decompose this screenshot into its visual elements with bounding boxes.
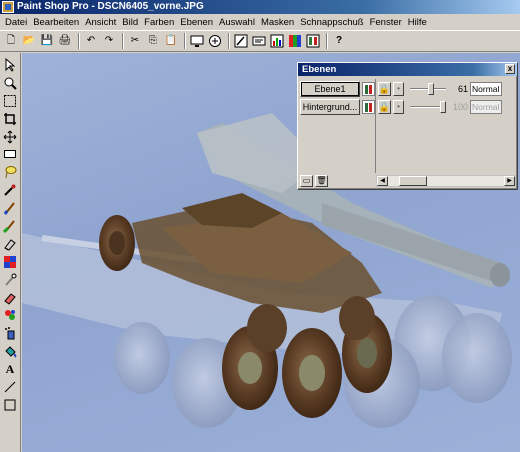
monitor-icon[interactable] [189,33,205,49]
layers-palette-title: Ebenen [302,64,337,75]
print-icon[interactable]: 🖨 [57,33,73,49]
title-bar[interactable]: Paint Shop Pro - DSCN6405_vorne.JPG [0,0,520,14]
delete-layer-icon[interactable]: 🗑 [315,175,328,187]
color-replacer-icon[interactable] [2,236,18,252]
retouch-tool-icon[interactable] [2,254,18,270]
scratch-remover-icon[interactable] [2,272,18,288]
copy-icon[interactable]: ⎘ [145,33,161,49]
blend-mode-select[interactable]: Normal [470,82,502,96]
crop-tool-icon[interactable] [2,111,18,127]
open-file-icon[interactable]: 📂 [21,33,37,49]
layers-palette-title-bar[interactable]: Ebenen x [298,63,517,76]
paint-shop-pro-icon [2,1,14,13]
menu-auswahl[interactable]: Auswahl [216,17,258,28]
dropper-tool-icon[interactable] [2,182,18,198]
scroll-right-icon[interactable]: ▶ [504,176,515,186]
undo-icon[interactable]: ↶ [83,33,99,49]
lock-icon[interactable]: 🔒 [378,100,391,114]
layer-props-hintergrund: 🔒 • 100 Normal [378,99,502,115]
redo-icon[interactable]: ↷ [101,33,117,49]
toolbar-separator [228,33,230,49]
flood-fill-icon[interactable] [2,343,18,359]
selection-tool-icon[interactable] [2,93,18,109]
layers-palette: Ebenen x Ebene1 Hintergrund... 🔒 • 61 No… [297,62,518,190]
lasso-tool-icon[interactable] [2,164,18,180]
menu-hilfe[interactable]: Hilfe [405,17,430,28]
toolbar-separator [78,33,80,49]
tool-palette: A [0,53,21,452]
opacity-value: 100 [452,102,468,112]
close-icon[interactable]: x [505,64,515,74]
picture-tube-icon[interactable] [2,307,18,323]
menu-ansicht[interactable]: Ansicht [82,17,119,28]
layer-visibility-icon[interactable] [362,100,375,114]
layer-row-ebene1: Ebene1 [300,81,375,97]
layer-palette-icon[interactable] [305,33,321,49]
menu-masken[interactable]: Masken [258,17,297,28]
mask-icon[interactable]: • [393,82,404,96]
menu-farben[interactable]: Farben [141,17,177,28]
toolbar: 🗋 📂 💾 🖨 ↶ ↷ ✂ ⎘ 📋 ? [0,30,520,52]
paintbrush-tool-icon[interactable] [2,200,18,216]
menu-bearbeiten[interactable]: Bearbeiten [30,17,82,28]
eraser-tool-icon[interactable] [2,290,18,306]
shape-tool-icon[interactable] [2,397,18,413]
menu-datei[interactable]: Datei [2,17,30,28]
scroll-thumb[interactable] [399,176,427,186]
opacity-value: 61 [457,84,468,94]
tool-palette-toggle-icon[interactable] [233,33,249,49]
text-tool-icon[interactable]: A [2,361,18,377]
opacity-slider[interactable] [410,100,446,114]
layers-name-column: Ebene1 Hintergrund... [300,79,376,173]
arrow-tool-icon[interactable] [2,57,18,73]
new-layer-icon[interactable]: ▭ [300,175,313,187]
toolbar-separator [184,33,186,49]
lock-icon[interactable]: 🔒 [378,82,391,96]
context-help-icon[interactable]: ? [331,33,347,49]
blend-mode-select[interactable]: Normal [470,100,502,114]
color-palette-icon[interactable] [287,33,303,49]
scroll-left-icon[interactable]: ◀ [377,176,388,186]
tool-options-icon[interactable] [251,33,267,49]
mask-icon[interactable]: • [393,100,404,114]
airbrush-tool-icon[interactable] [2,325,18,341]
line-tool-icon[interactable] [2,379,18,395]
layer-props-ebene1: 🔒 • 61 Normal [378,81,502,97]
new-file-icon[interactable]: 🗋 [3,33,19,49]
toolbar-separator [326,33,328,49]
zoom-tool-icon[interactable] [2,75,18,91]
cut-icon[interactable]: ✂ [127,33,143,49]
histogram-icon[interactable] [269,33,285,49]
clone-brush-icon[interactable] [2,218,18,234]
window-title: Paint Shop Pro - DSCN6405_vorne.JPG [17,1,204,12]
menu-bar: Datei Bearbeiten Ansicht Bild Farben Ebe… [0,14,520,30]
layer-row-hintergrund: Hintergrund... [300,99,375,115]
layers-palette-footer: ▭ 🗑 ◀ ▶ [300,175,516,188]
menu-schnappschuss[interactable]: Schnappschuß [297,17,366,28]
layer-name-button[interactable]: Hintergrund... [300,99,360,115]
move-tool-icon[interactable] [2,129,18,145]
opacity-slider[interactable] [410,82,446,96]
layers-properties-column: 🔒 • 61 Normal 🔒 • 100 Normal [378,79,516,173]
horizontal-scrollbar[interactable]: ◀ ▶ [376,175,516,187]
layer-name-button[interactable]: Ebene1 [300,81,360,97]
full-screen-icon[interactable] [207,33,223,49]
menu-fenster[interactable]: Fenster [367,17,405,28]
menu-ebenen[interactable]: Ebenen [177,17,216,28]
layer-visibility-icon[interactable] [362,82,375,96]
menu-bild[interactable]: Bild [119,17,141,28]
rectangle-select-icon[interactable] [2,146,18,162]
save-icon[interactable]: 💾 [39,33,55,49]
paint-shop-pro-window: Paint Shop Pro - DSCN6405_vorne.JPG Date… [0,0,520,452]
toolbar-separator [122,33,124,49]
paste-icon[interactable]: 📋 [163,33,179,49]
